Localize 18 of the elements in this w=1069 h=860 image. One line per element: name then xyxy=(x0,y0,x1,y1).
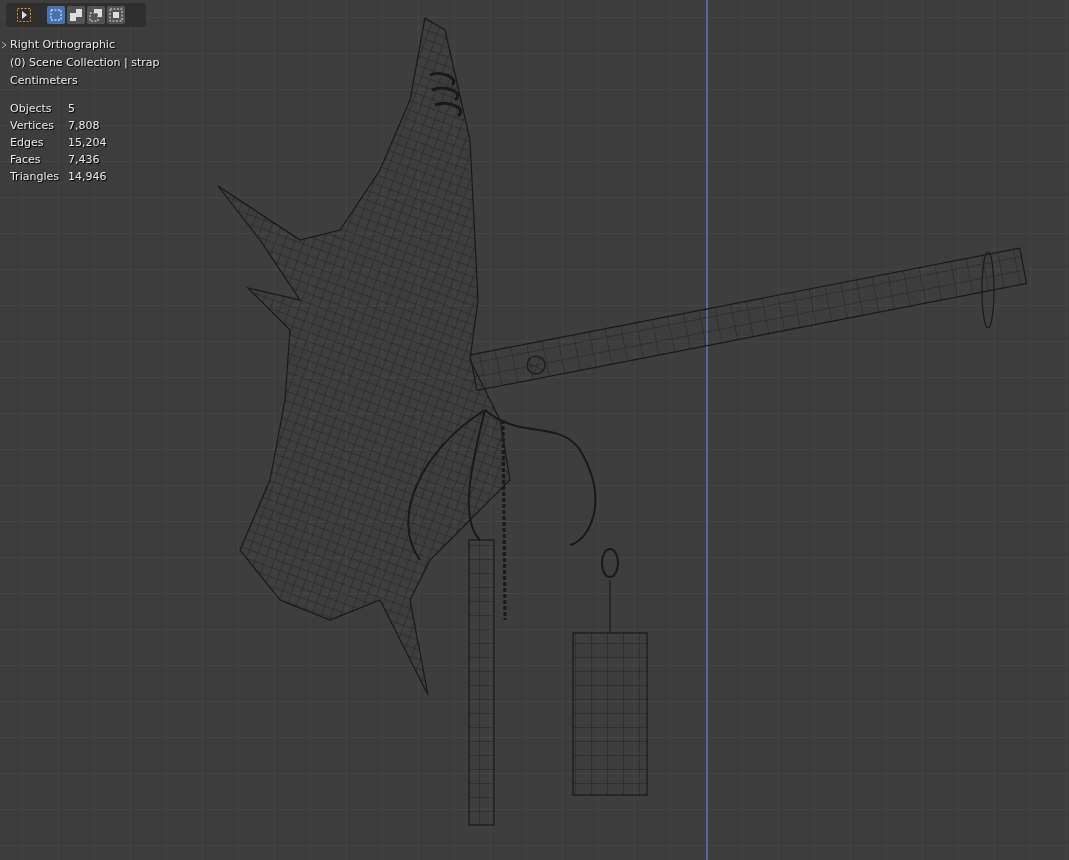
cursor-button[interactable] xyxy=(15,6,33,24)
stat-value: 7,808 xyxy=(68,118,100,134)
new-selection-button[interactable] xyxy=(47,6,65,24)
collection-label: (0) Scene Collection | strap xyxy=(10,55,160,71)
stat-label: Edges xyxy=(10,135,44,151)
subtract-selection-button[interactable] xyxy=(87,6,105,24)
stat-label: Faces xyxy=(10,152,41,168)
stat-label: Triangles xyxy=(10,169,59,185)
intersect-selection-button[interactable] xyxy=(107,6,125,24)
stat-value: 7,436 xyxy=(68,152,100,168)
units-label: Centimeters xyxy=(10,73,78,89)
stat-label: Objects xyxy=(10,101,52,117)
extend-selection-button[interactable] xyxy=(67,6,85,24)
stat-value: 14,946 xyxy=(68,169,107,185)
stat-value: 5 xyxy=(68,101,75,117)
stat-label: Vertices xyxy=(10,118,54,134)
view-name-label: Right Orthographic xyxy=(10,37,115,53)
stat-value: 15,204 xyxy=(68,135,107,151)
